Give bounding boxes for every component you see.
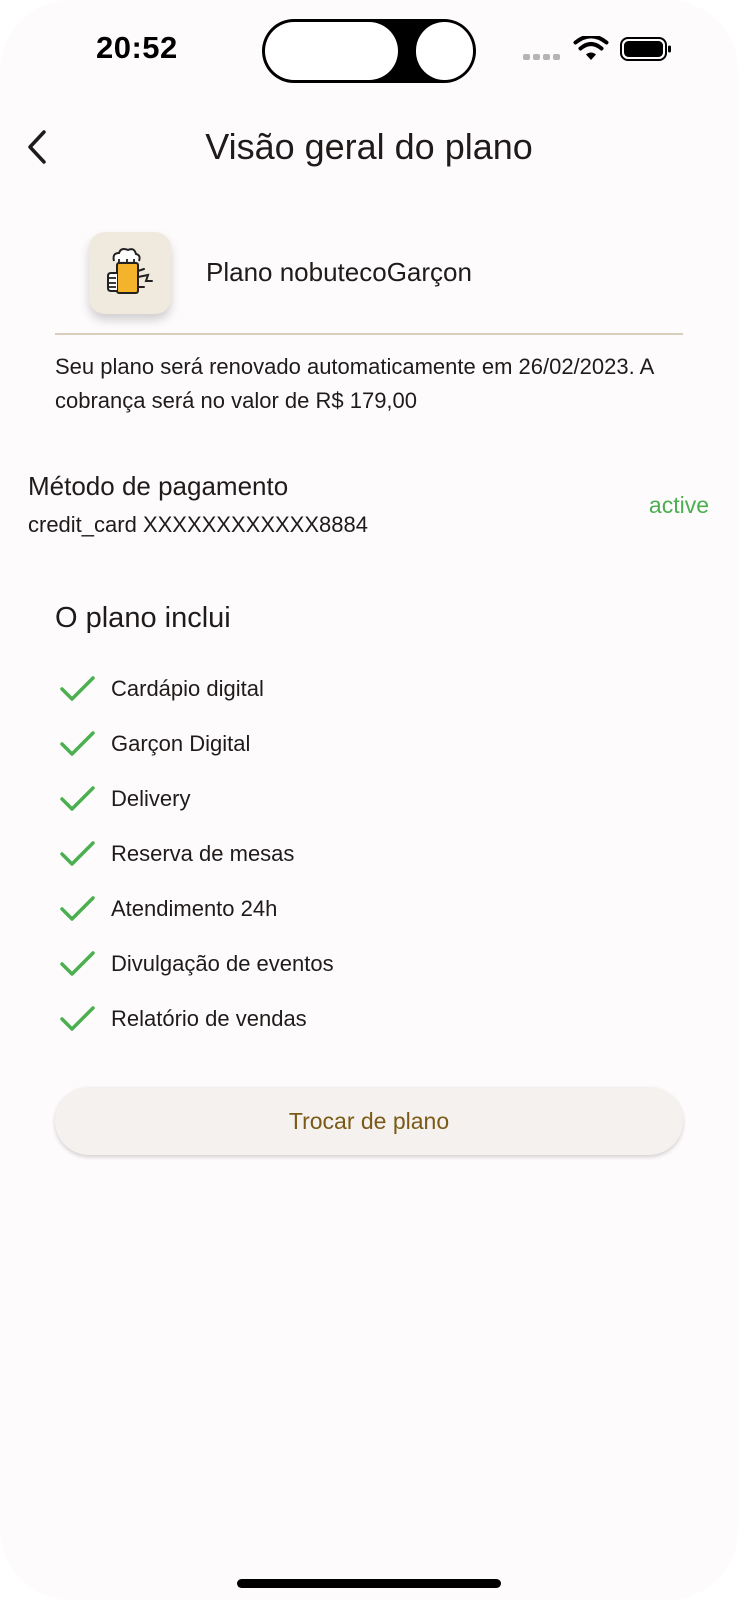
feature-label: Relatório de vendas bbox=[111, 1005, 307, 1031]
change-plan-button[interactable]: Trocar de plano bbox=[55, 1087, 683, 1155]
feature-item: Garçon Digital bbox=[55, 716, 334, 771]
status-time: 20:52 bbox=[96, 30, 178, 65]
home-indicator[interactable] bbox=[237, 1579, 501, 1588]
feature-item: Cardápio digital bbox=[55, 661, 334, 716]
feature-label: Garçon Digital bbox=[111, 730, 251, 756]
check-icon bbox=[60, 785, 95, 811]
feature-item: Divulgação de eventos bbox=[55, 936, 334, 991]
battery-icon bbox=[620, 37, 671, 61]
feature-list: Cardápio digital Garçon Digital Delivery… bbox=[55, 661, 334, 1046]
divider bbox=[55, 333, 683, 335]
feature-label: Reserva de mesas bbox=[111, 840, 295, 866]
check-icon bbox=[60, 675, 95, 701]
phone-screen: 20:52 Visão geral do plano Plano nobutec… bbox=[0, 0, 738, 1600]
check-icon bbox=[60, 950, 95, 976]
payment-status-badge: active bbox=[648, 492, 709, 518]
feature-label: Delivery bbox=[111, 785, 191, 811]
check-icon bbox=[60, 895, 95, 921]
cellular-signal-icon bbox=[523, 54, 563, 60]
check-icon bbox=[60, 730, 95, 756]
island-pill bbox=[265, 22, 398, 80]
feature-item: Reserva de mesas bbox=[55, 826, 334, 881]
beer-waiter-icon bbox=[107, 248, 153, 294]
check-icon bbox=[60, 1005, 95, 1031]
plan-logo bbox=[89, 232, 171, 314]
page-title: Visão geral do plano bbox=[205, 126, 533, 167]
island-dot bbox=[416, 22, 473, 80]
feature-label: Cardápio digital bbox=[111, 675, 264, 701]
wifi-icon bbox=[573, 36, 609, 60]
feature-item: Relatório de vendas bbox=[55, 991, 334, 1046]
payment-method-label: Método de pagamento bbox=[28, 471, 289, 501]
dynamic-island bbox=[262, 19, 476, 83]
feature-label: Atendimento 24h bbox=[111, 895, 278, 921]
feature-item: Atendimento 24h bbox=[55, 881, 334, 936]
feature-label: Divulgação de eventos bbox=[111, 950, 334, 976]
renewal-notice: Seu plano será renovado automaticamente … bbox=[55, 354, 654, 413]
check-icon bbox=[60, 840, 95, 866]
feature-item: Delivery bbox=[55, 771, 334, 826]
payment-card-number: credit_card XXXXXXXXXXXX8884 bbox=[28, 512, 368, 537]
features-title: O plano inclui bbox=[55, 602, 231, 634]
plan-name: Plano nobutecoGarçon bbox=[206, 257, 472, 287]
